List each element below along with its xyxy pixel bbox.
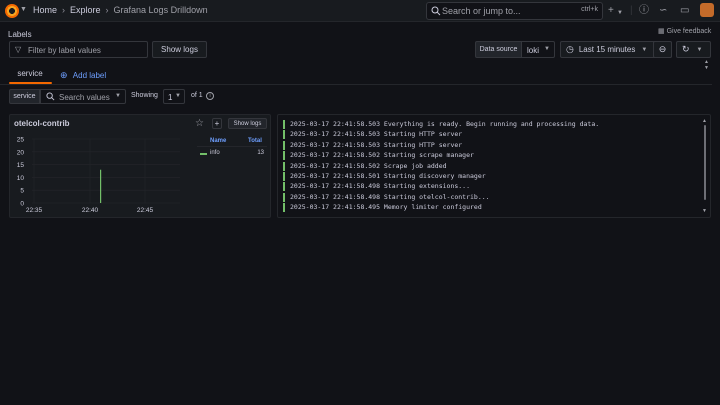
logs-scrollbar[interactable] [704,125,706,200]
add-to-filter-button[interactable]: + [212,118,222,129]
top-nav-bar: ▼ Home › Explore › Grafana Logs Drilldow… [0,0,720,22]
scroll-down-icon[interactable]: ▼ [702,208,707,214]
chevron-down-icon: ▼ [641,46,648,53]
legend-item-info[interactable]: info [210,150,220,156]
refresh-button[interactable]: ↻ ▼ [676,41,711,58]
breadcrumb-current: Grafana Logs Drilldown [113,5,208,15]
data-source-select[interactable]: loki ▼ [521,41,555,58]
search-placeholder: Search or jump to... [442,6,521,16]
show-logs-button[interactable]: Show logs [152,41,207,58]
y-tick-label: 20 [17,149,25,156]
add-label-button[interactable]: ⊕ Add label [60,70,106,81]
legend-name-header[interactable]: Name [210,138,226,144]
news-feed-icon[interactable]: ∽ [659,5,667,17]
user-avatar[interactable] [700,3,714,17]
log-line[interactable]: 2025-03-17 22:41:58.502 Scrape job added [283,161,447,171]
time-range-label: Last 15 minutes [578,45,636,54]
log-line[interactable]: 2025-03-17 22:41:58.495 Memory limiter c… [283,203,482,213]
service-panel: otelcol-contrib ☆ + Show logs 25 20 15 10 5 0… [9,114,271,218]
chevron-down-icon: ▼ [696,46,703,53]
zoom-out-button[interactable]: ⊖ [653,41,672,58]
legend-divider [197,146,267,147]
y-tick-label: 15 [17,162,25,169]
add-label-text: Add label [72,71,107,80]
log-line[interactable]: 2025-03-17 22:41:58.501 Starting discove… [283,172,486,181]
legend-swatch-info [200,153,207,155]
menu-chevron-icon[interactable]: ▼ [20,6,27,13]
showing-label: Showing [131,92,158,99]
grafana-logo-icon[interactable] [5,4,19,18]
kiosk-monitor-icon[interactable]: ▭ [680,5,689,17]
log-line[interactable]: 2025-03-17 22:41:58.503 Starting HTTP se… [283,140,462,150]
bar-info [100,169,102,203]
tab-service[interactable]: service [9,66,51,83]
star-favorite-icon[interactable]: ☆ [195,118,204,129]
breadcrumb: Home › Explore › Grafana Logs Drilldown [33,5,208,15]
filter-icon: ▽ [15,45,22,54]
log-line[interactable]: 2025-03-17 22:41:58.503 Everything is re… [283,120,599,129]
panel-show-logs-button[interactable]: Show logs [228,118,267,129]
search-icon [431,6,441,16]
new-plus-icon[interactable]: + [608,5,614,17]
log-line[interactable]: 2025-03-17 22:41:58.498 Starting extensi… [283,182,470,192]
service-search-placeholder: Search values [59,93,110,102]
y-tick-label: 25 [17,137,25,144]
add-circle-icon: ⊕ [60,70,68,80]
logs-panel: ▲ ▼ 2025-03-17 22:41:58.503 Everything i… [277,114,711,218]
breadcrumb-separator-icon: › [105,5,109,15]
info-icon[interactable]: i [206,92,214,100]
panel-title: otelcol-contrib [14,119,70,128]
global-search-input[interactable]: Search or jump to... ctrl+k [426,2,603,20]
data-source-label: Data source [475,41,522,58]
chevron-down-icon: ▼ [544,46,550,52]
breadcrumb-explore[interactable]: Explore [70,5,101,15]
clock-icon: ◷ [566,44,574,54]
x-tick-label: 22:45 [137,207,154,214]
chevron-down-icon: ▼ [115,93,121,99]
service-search-input[interactable]: Search values ▼ [40,89,126,104]
x-tick-label: 22:35 [26,207,43,214]
help-icon[interactable]: ⓘ [639,5,649,17]
page-value: 1 [168,93,173,102]
service-filter-label: service [9,89,40,104]
y-tick-label: 10 [17,175,25,182]
give-feedback-label: Give feedback [666,28,712,35]
chevron-down-icon: ▼ [175,93,181,99]
scroll-up-icon[interactable]: ▲ [702,118,707,124]
search-shortcut: ctrl+k [581,6,598,13]
new-chevron-icon[interactable]: ▼ [617,7,623,19]
breadcrumb-home[interactable]: Home [33,5,57,15]
page-select[interactable]: 1 ▼ [163,89,185,104]
collapse-toggle-icon[interactable]: ▲ ▼ [704,59,709,71]
tabs-divider [0,84,712,85]
labels-title: Labels [8,30,32,39]
log-line[interactable]: 2025-03-17 22:41:58.498 Starting otelcol… [283,192,490,202]
y-tick-label: 0 [20,201,24,208]
log-line[interactable]: 2025-03-17 22:41:58.503 Starting HTTP se… [283,130,462,140]
volume-chart: 25 20 15 10 5 022:35 22:40 22:45 [17,137,180,214]
breadcrumb-separator-icon: › [62,5,66,15]
divider: | [630,5,633,16]
legend-total-header[interactable]: Total [248,138,262,144]
legend-total-info: 13 [257,150,264,156]
give-feedback-link[interactable]: ▦ Give feedback [658,27,711,35]
x-tick-label: 22:40 [82,207,99,214]
label-filter-input[interactable]: ▽ Filter by label values [9,41,148,58]
zoom-out-icon: ⊖ [658,44,667,54]
search-icon [46,92,55,101]
log-line[interactable]: 2025-03-17 22:41:58.502 Starting scrape … [283,151,474,161]
filter-placeholder: Filter by label values [28,46,101,55]
data-source-value: loki [527,46,540,55]
y-tick-label: 5 [20,188,24,195]
page-count: of 1 [191,92,203,99]
refresh-icon: ↻ [682,44,690,54]
